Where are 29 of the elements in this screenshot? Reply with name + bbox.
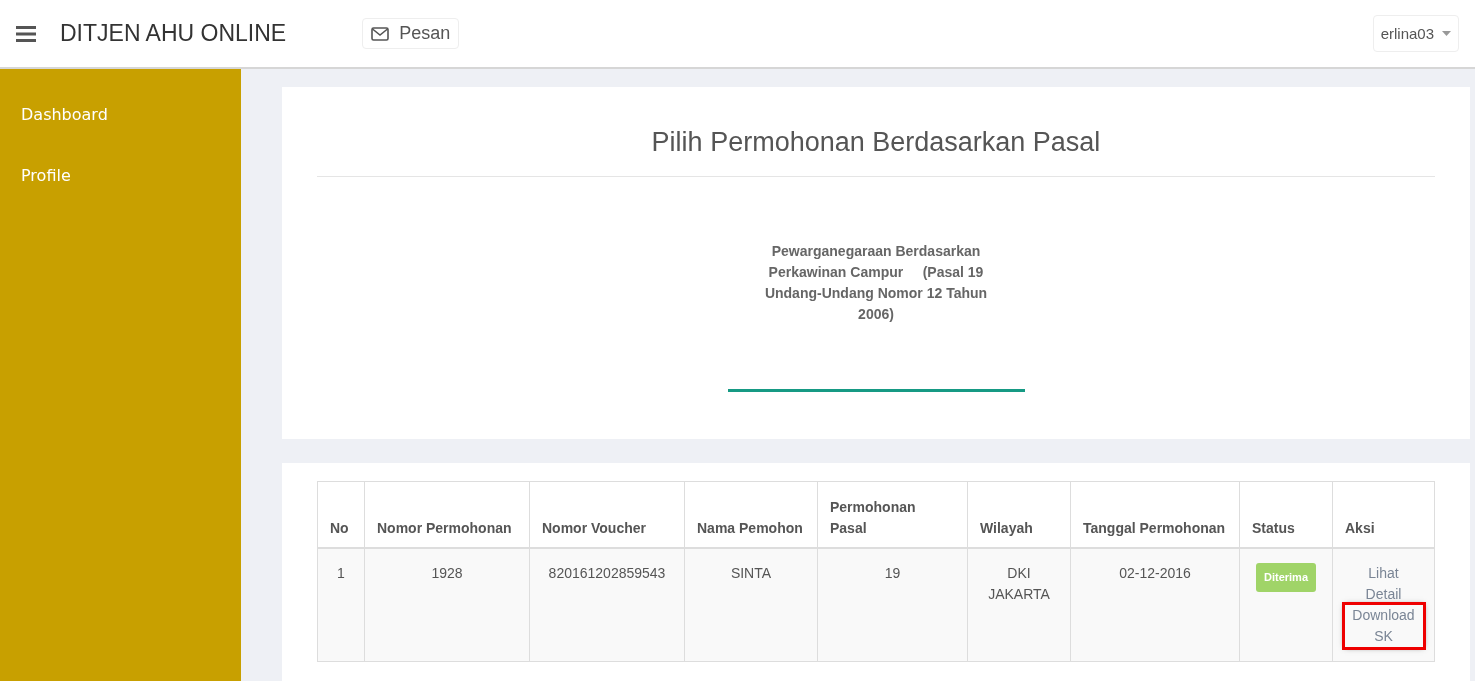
column-header: Wilayah [967, 481, 1071, 548]
column-header: Aksi [1332, 481, 1435, 548]
column-header: Nomor Permohonan [364, 481, 530, 548]
sidebar-item[interactable]: Dashboard [0, 105, 241, 124]
column-header: Tanggal Permohonan [1070, 481, 1240, 548]
column-header: Status [1239, 481, 1333, 548]
user-menu-button[interactable]: erlina03 [1372, 15, 1459, 52]
status-badge: Diterima [1256, 562, 1316, 592]
article-option[interactable]: Pewarganegaraan Berdasarkan Perkawinan Campur (Pasal 19 Undang-Undang Nomor 12 Tahun 2006) [751, 241, 1001, 325]
table-cell: DKI JAKARTA [967, 547, 1071, 661]
app-title: DITJEN AHU ONLINE [60, 20, 287, 47]
menu-icon[interactable] [16, 25, 36, 42]
column-header: No [317, 481, 365, 548]
column-header: Permohonan Pasal [817, 481, 968, 548]
messages-button[interactable]: Pesan [362, 18, 460, 49]
column-header: Nama Pemohon [684, 481, 818, 548]
action-link[interactable]: Lihat Detail [1352, 562, 1415, 605]
action-link[interactable]: Download SK [1344, 604, 1423, 647]
table-cell: SINTA [684, 547, 818, 661]
sidebar-item[interactable]: Profile [0, 166, 241, 185]
table-cell: 820161202859543 [529, 547, 685, 661]
caret-icon [1442, 31, 1451, 36]
column-header: Nomor Voucher [529, 481, 685, 548]
table-cell: 1928 [364, 547, 530, 661]
table-cell: 1 [317, 547, 365, 661]
card-title: Pilih Permohonan Berdasarkan Pasal [651, 127, 1101, 158]
table-cell: 19 [817, 547, 968, 661]
envelope-icon [371, 26, 390, 41]
table-cell: 02-12-2016 [1070, 547, 1240, 661]
